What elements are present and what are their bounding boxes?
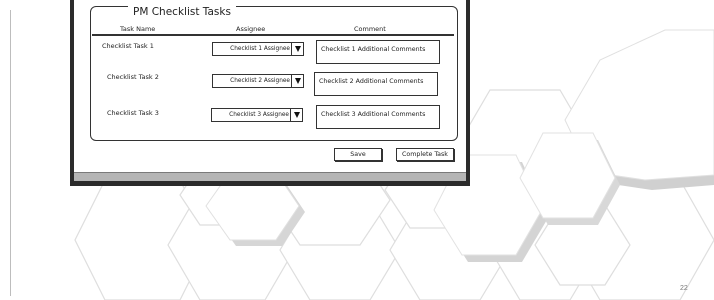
mockup-window: PM Checklist Tasks Task Name Assignee Co… — [70, 0, 470, 186]
form-title: PM Checklist Tasks — [128, 6, 236, 18]
slide-left-rule — [10, 10, 11, 296]
task-name-2: Checklist Task 2 — [107, 73, 159, 81]
assignee-select-3[interactable]: Checklist 3 Assignee — [211, 108, 303, 122]
comment-field-1[interactable]: Checklist 1 Additional Comments — [316, 40, 440, 64]
column-header-comment: Comment — [354, 25, 386, 33]
comment-field-3[interactable]: Checklist 3 Additional Comments — [316, 105, 440, 129]
task-name-1: Checklist Task 1 — [102, 42, 154, 50]
assignee-select-2[interactable]: Checklist 2 Assignee — [212, 74, 304, 88]
chevron-down-icon[interactable] — [290, 109, 302, 121]
assignee-select-1[interactable]: Checklist 1 Assignee — [212, 42, 304, 56]
assignee-value-3: Checklist 3 Assignee — [229, 112, 289, 118]
checklist-form: PM Checklist Tasks Task Name Assignee Co… — [74, 0, 466, 172]
column-header-task: Task Name — [120, 25, 156, 33]
assignee-value-2: Checklist 2 Assignee — [230, 78, 290, 84]
window-bottom-bar — [74, 172, 466, 181]
task-name-3: Checklist Task 3 — [107, 109, 159, 117]
comment-field-2[interactable]: Checklist 2 Additional Comments — [314, 72, 438, 96]
complete-task-button[interactable]: Complete Task — [396, 148, 454, 161]
chevron-down-icon[interactable] — [291, 43, 303, 55]
header-divider — [92, 34, 454, 36]
page-number: 22 — [680, 285, 688, 292]
assignee-value-1: Checklist 1 Assignee — [230, 46, 290, 52]
column-header-assignee: Assignee — [236, 25, 266, 33]
chevron-down-icon[interactable] — [291, 75, 303, 87]
save-button[interactable]: Save — [334, 148, 382, 161]
